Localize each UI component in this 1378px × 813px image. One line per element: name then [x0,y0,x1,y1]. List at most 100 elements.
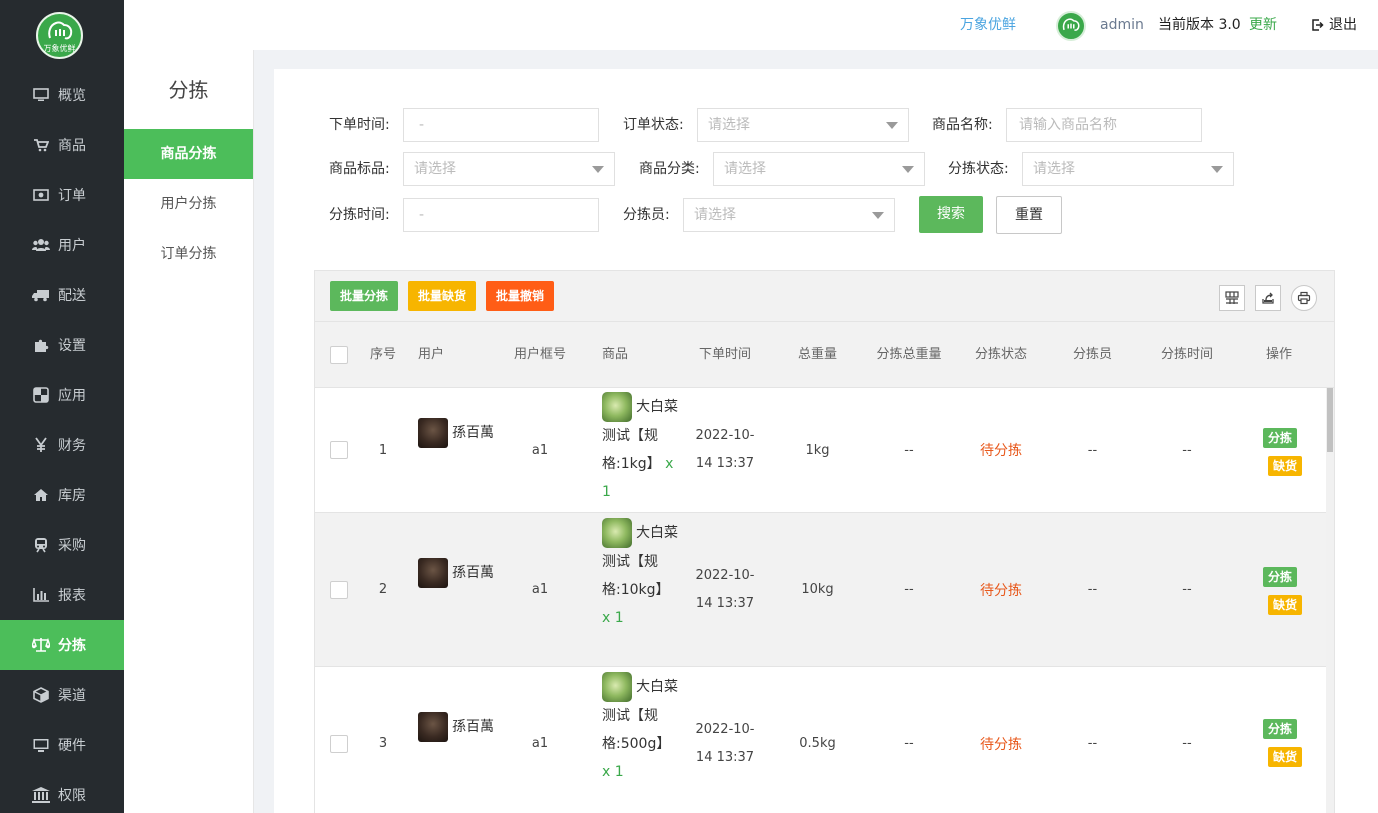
table-row: 2 孫百萬 a1 大白菜 测试【规格:10kg】 x 1 2022-10-14 … [315,513,1328,667]
row-weight: 1kg [805,442,830,458]
sidebar-item-goods[interactable]: 商品 [0,120,124,170]
batch-short-button[interactable]: 批量缺货 [408,281,477,311]
short-button[interactable]: 缺货 [1268,747,1303,767]
order-status-label: 订单状态: [623,117,684,133]
order-time-label: 下单时间: [329,117,390,133]
row-box: a1 [531,736,549,751]
col-sorted-weight: 分拣总重量 [876,347,942,362]
goods-category-select[interactable]: 请选择 [713,152,925,186]
logo[interactable]: 万象优鲜 [36,12,83,59]
row-sorter: -- [1087,582,1098,597]
col-goods: 商品 [601,347,628,362]
goods-thumbnail [602,518,632,548]
sidebar-item-apps[interactable]: 应用 [0,370,124,420]
sidebar-item-settings[interactable]: 设置 [0,320,124,370]
truck-icon [32,286,50,304]
batch-cancel-button[interactable]: 批量撤销 [486,281,555,311]
search-button[interactable]: 搜索 [919,196,983,233]
goods-tag-select[interactable]: 请选择 [403,152,615,186]
sidebar-item-overview[interactable]: 概览 [0,70,124,120]
subnav-item-order-sorting[interactable]: 订单分拣 [124,229,253,279]
export-icon[interactable] [1255,285,1281,311]
row-goods: 大白菜 测试【规格:1kg】 x 1 [602,392,682,506]
update-link[interactable]: 更新 [1249,0,1277,50]
user-name: 孫百萬 [452,425,494,441]
sidebar-item-label: 应用 [58,388,86,404]
sorter-select[interactable]: 请选择 [683,198,895,232]
col-weight: 总重量 [797,347,837,362]
yen-icon [32,436,50,454]
goods-category-placeholder: 请选择 [724,161,766,177]
cube-icon [32,686,50,704]
columns-icon[interactable] [1219,285,1245,311]
logout-icon [1312,19,1324,31]
main-sidebar: 万象优鲜 概览 商品 订单 用户 配送 设置 应用 财务 库房 采购 报表 分拣… [0,0,124,813]
logo-text: 万象优鲜 [43,44,76,53]
sidebar-item-label: 报表 [58,588,86,604]
logo-icon [1062,18,1080,31]
checkbox[interactable] [330,441,348,459]
sidebar-item-label: 库房 [58,488,86,504]
row-checkbox[interactable] [329,513,349,666]
row-user: 孫百萬 [418,418,496,449]
puzzle-icon [32,336,50,354]
sidebar-item-finance[interactable]: 财务 [0,420,124,470]
bank-icon [32,786,50,804]
goods-thumbnail [602,392,632,422]
brand-link[interactable]: 万象优鲜 [960,0,1016,50]
sort-button[interactable]: 分拣 [1263,719,1298,739]
batch-sort-button[interactable]: 批量分拣 [330,281,399,311]
sidebar-item-reports[interactable]: 报表 [0,570,124,620]
sort-status-select[interactable]: 请选择 [1022,152,1234,186]
sidebar-item-channels[interactable]: 渠道 [0,670,124,720]
sidebar-item-label: 权限 [58,788,86,804]
sidebar-item-hardware[interactable]: 硬件 [0,720,124,770]
print-icon[interactable] [1291,285,1317,311]
sidebar-item-delivery[interactable]: 配送 [0,270,124,320]
sidebar-item-permissions[interactable]: 权限 [0,770,124,813]
sidebar-item-orders[interactable]: 订单 [0,170,124,220]
logout-button[interactable]: 退出 [1312,0,1357,50]
checkbox[interactable] [330,734,348,753]
sorter-label: 分拣员: [623,207,670,223]
sidebar-item-label: 渠道 [58,688,86,704]
sub-sidebar: 分拣 商品分拣 用户分拣 订单分拣 [124,50,254,813]
goods-name-input[interactable]: 请输入商品名称 [1006,108,1202,142]
short-button[interactable]: 缺货 [1268,456,1303,476]
col-sorter: 分拣员 [1072,347,1112,362]
scrollbar-thumb[interactable] [1327,388,1333,452]
avatar[interactable] [1056,11,1086,41]
money-icon [32,186,50,204]
sort-time-input[interactable]: - [403,198,599,232]
user-name: 孫百萬 [452,565,494,581]
order-time-input[interactable]: - [403,108,599,142]
checkbox[interactable] [330,346,348,364]
sidebar-item-purchase[interactable]: 采购 [0,520,124,570]
train-icon [32,536,50,554]
subnav-item-goods-sorting[interactable]: 商品分拣 [124,129,253,179]
chevron-down-icon [902,166,914,173]
row-goods: 大白菜 测试【规格:500g】 x 1 [602,672,682,786]
col-index: 序号 [369,347,396,362]
row-box: a1 [531,582,549,597]
sidebar-item-label: 订单 [58,188,86,204]
order-status-select[interactable]: 请选择 [697,108,909,142]
row-status: 待分拣 [980,443,1022,459]
sort-button[interactable]: 分拣 [1263,428,1298,448]
row-checkbox[interactable] [329,667,349,813]
subnav-item-user-sorting[interactable]: 用户分拣 [124,179,253,229]
sorter-placeholder: 请选择 [694,207,736,223]
sidebar-item-label: 设置 [58,338,86,354]
short-button[interactable]: 缺货 [1268,595,1303,615]
sort-time-label: 分拣时间: [329,207,390,223]
row-checkbox[interactable] [329,388,349,512]
checkbox[interactable] [330,580,348,599]
sort-button[interactable]: 分拣 [1263,567,1298,587]
sidebar-item-warehouse[interactable]: 库房 [0,470,124,520]
sidebar-item-sorting[interactable]: 分拣 [0,620,124,670]
username[interactable]: admin [1100,0,1144,50]
select-all-checkbox[interactable] [329,322,349,388]
row-sorted-weight: -- [904,736,914,751]
reset-button[interactable]: 重置 [996,196,1062,234]
sidebar-item-users[interactable]: 用户 [0,220,124,270]
